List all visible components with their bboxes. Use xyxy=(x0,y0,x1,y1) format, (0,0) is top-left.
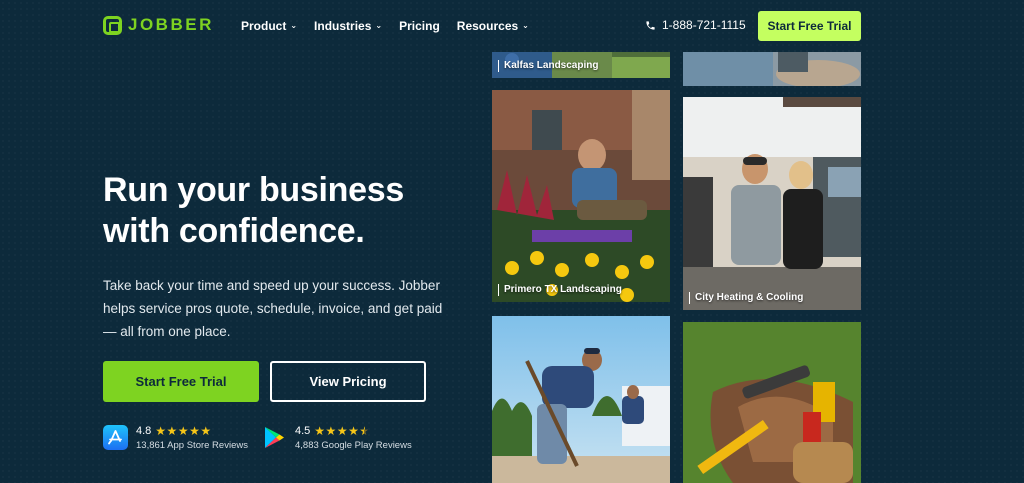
hero-headline: Run your business with confidence. xyxy=(103,171,404,250)
review-count: 4,883 Google Play Reviews xyxy=(295,440,412,451)
menu-item-label: Pricing xyxy=(399,19,440,33)
jobber-logo-icon xyxy=(103,15,122,35)
rating-text: 4.5 ★★★★★★ 4,883 Google Play Reviews xyxy=(295,424,412,451)
phone-icon xyxy=(645,20,656,31)
google-play-rating[interactable]: 4.5 ★★★★★★ 4,883 Google Play Reviews xyxy=(262,424,412,451)
app-store-icon xyxy=(103,425,128,450)
phone-link[interactable]: 1-888-721-1115 xyxy=(645,18,746,32)
top-nav: JOBBER Product ⌄ Industries ⌄ Pricing Re… xyxy=(0,0,1024,52)
nav-start-free-trial-button[interactable]: Start Free Trial xyxy=(758,11,861,41)
photo-image xyxy=(683,322,861,483)
photo-worker-digging xyxy=(492,316,670,483)
review-count: 13,861 App Store Reviews xyxy=(136,440,248,451)
jobber-logo[interactable]: JOBBER xyxy=(103,15,214,35)
app-store-rating[interactable]: 4.8 ★★★★★ 13,861 App Store Reviews xyxy=(103,424,248,451)
rating-score: 4.8 xyxy=(136,425,152,437)
menu-item-industries[interactable]: Industries ⌄ xyxy=(314,19,382,33)
menu-item-label: Industries xyxy=(314,19,372,33)
menu-item-pricing[interactable]: Pricing xyxy=(399,19,440,33)
menu-item-resources[interactable]: Resources ⌄ xyxy=(457,19,529,33)
rating-score-row: 4.8 ★★★★★ xyxy=(136,424,248,438)
chevron-down-icon: ⌄ xyxy=(522,20,529,30)
photo-city-heating-cooling: City Heating & Cooling xyxy=(683,97,861,310)
main-menu: Product ⌄ Industries ⌄ Pricing Resources… xyxy=(241,19,529,33)
menu-item-label: Resources xyxy=(456,19,519,33)
photo-caption: Kalfas Landscaping xyxy=(498,60,598,72)
photo-image xyxy=(492,316,670,483)
menu-item-product[interactable]: Product ⌄ xyxy=(241,19,297,33)
google-play-icon xyxy=(265,427,284,448)
chevron-down-icon: ⌄ xyxy=(290,20,298,30)
photo-image xyxy=(683,97,861,310)
star-rating: ★★★★★ xyxy=(155,424,212,438)
photo-caption: Primero TX Landscaping xyxy=(498,284,622,296)
menu-item-label: Product xyxy=(241,19,287,33)
photo-outdoor-equipment xyxy=(683,52,861,86)
photo-tool-belt xyxy=(683,322,861,483)
photo-caption: City Heating & Cooling xyxy=(689,292,803,304)
star-rating: ★★★★★★ xyxy=(314,424,369,438)
rating-text: 4.8 ★★★★★ 13,861 App Store Reviews xyxy=(136,424,248,451)
logo-text: JOBBER xyxy=(128,15,214,34)
photo-kalfas-landscaping: Kalfas Landscaping xyxy=(492,52,670,78)
start-free-trial-button[interactable]: Start Free Trial xyxy=(103,361,259,402)
phone-number: 1-888-721-1115 xyxy=(662,18,746,32)
chevron-down-icon: ⌄ xyxy=(375,20,383,30)
view-pricing-button[interactable]: View Pricing xyxy=(270,361,426,402)
photo-primero-tx-landscaping: Primero TX Landscaping xyxy=(492,90,670,302)
photo-image xyxy=(683,52,861,86)
hero-subtext: Take back your time and speed up your su… xyxy=(103,278,443,339)
rating-score: 4.5 xyxy=(295,425,311,437)
rating-score-row: 4.5 ★★★★★★ xyxy=(295,424,412,438)
photo-image xyxy=(492,90,670,302)
